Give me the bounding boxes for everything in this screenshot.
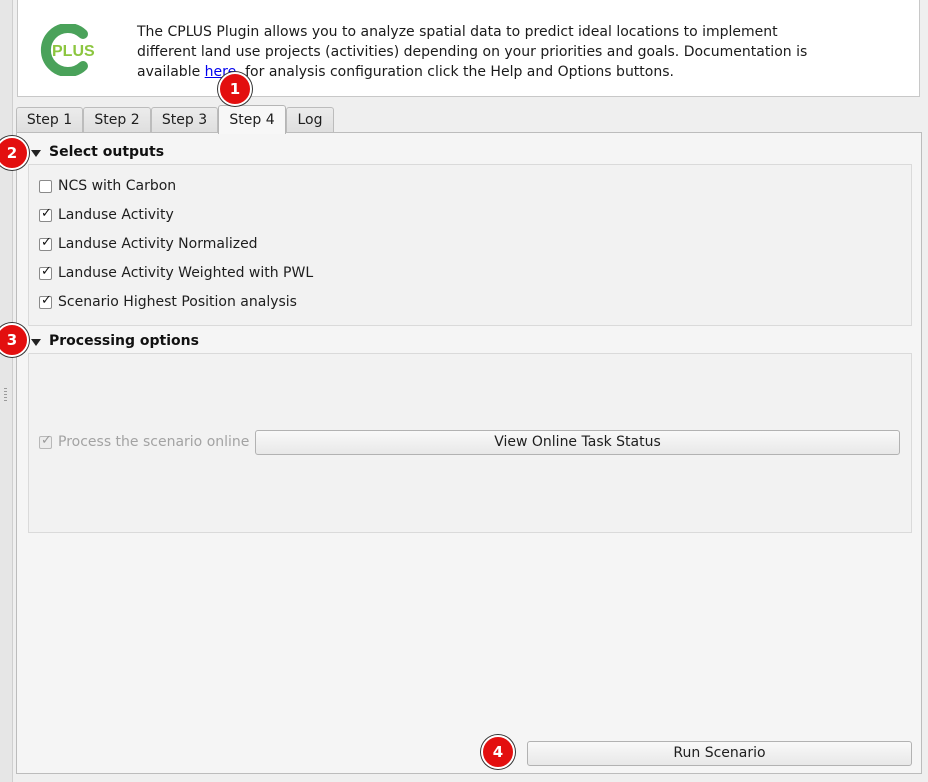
logo-text: PLUS [52,43,95,60]
checkbox[interactable] [39,179,52,193]
annotation-marker-4: 4 [481,735,515,769]
cplus-logo: PLUS [40,24,95,76]
checkbox-label: Landuse Activity [58,207,174,223]
output-option-landuse-activity[interactable]: Landuse Activity [39,205,174,225]
tab-step-2[interactable]: Step 2 [83,107,151,133]
tab-log[interactable]: Log [286,107,334,133]
checkbox[interactable] [39,235,52,251]
checkbox[interactable] [39,293,52,309]
dock-left-edge [0,0,13,782]
annotation-marker-1: 1 [218,72,252,106]
view-online-task-status-button[interactable]: View Online Task Status [255,430,900,455]
checkbox-label: Scenario Highest Position analysis [58,294,297,310]
checkbox [39,433,52,449]
checkbox-label: Landuse Activity Normalized [58,236,258,252]
output-option-highest-position[interactable]: Scenario Highest Position analysis [39,292,297,312]
tab-step-3[interactable]: Step 3 [151,107,218,133]
checkbox-label: Landuse Activity Weighted with PWL [58,265,314,281]
checkbox-label: NCS with Carbon [58,178,177,194]
checkbox[interactable] [39,264,52,280]
select-outputs-title[interactable]: Select outputs [49,144,164,160]
resize-grip[interactable] [4,388,7,402]
collapse-triangle-icon[interactable] [31,339,41,346]
tab-step-4[interactable]: Step 4 [218,105,286,134]
run-scenario-button[interactable]: Run Scenario [527,741,912,766]
checkbox-label: Process the scenario online [58,434,250,450]
tab-step-1[interactable]: Step 1 [16,107,83,133]
collapse-triangle-icon[interactable] [31,150,41,157]
checkbox[interactable] [39,206,52,222]
output-option-landuse-weighted[interactable]: Landuse Activity Weighted with PWL [39,263,313,283]
output-option-ncs-carbon[interactable]: NCS with Carbon [39,176,176,196]
processing-options-title[interactable]: Processing options [49,333,199,349]
output-option-landuse-normalized[interactable]: Landuse Activity Normalized [39,234,258,254]
description-text-end: , for analysis configuration click the H… [236,64,674,80]
plugin-header: PLUS The CPLUS Plugin allows you to anal… [17,0,920,97]
process-online-option: Process the scenario online [39,432,249,452]
